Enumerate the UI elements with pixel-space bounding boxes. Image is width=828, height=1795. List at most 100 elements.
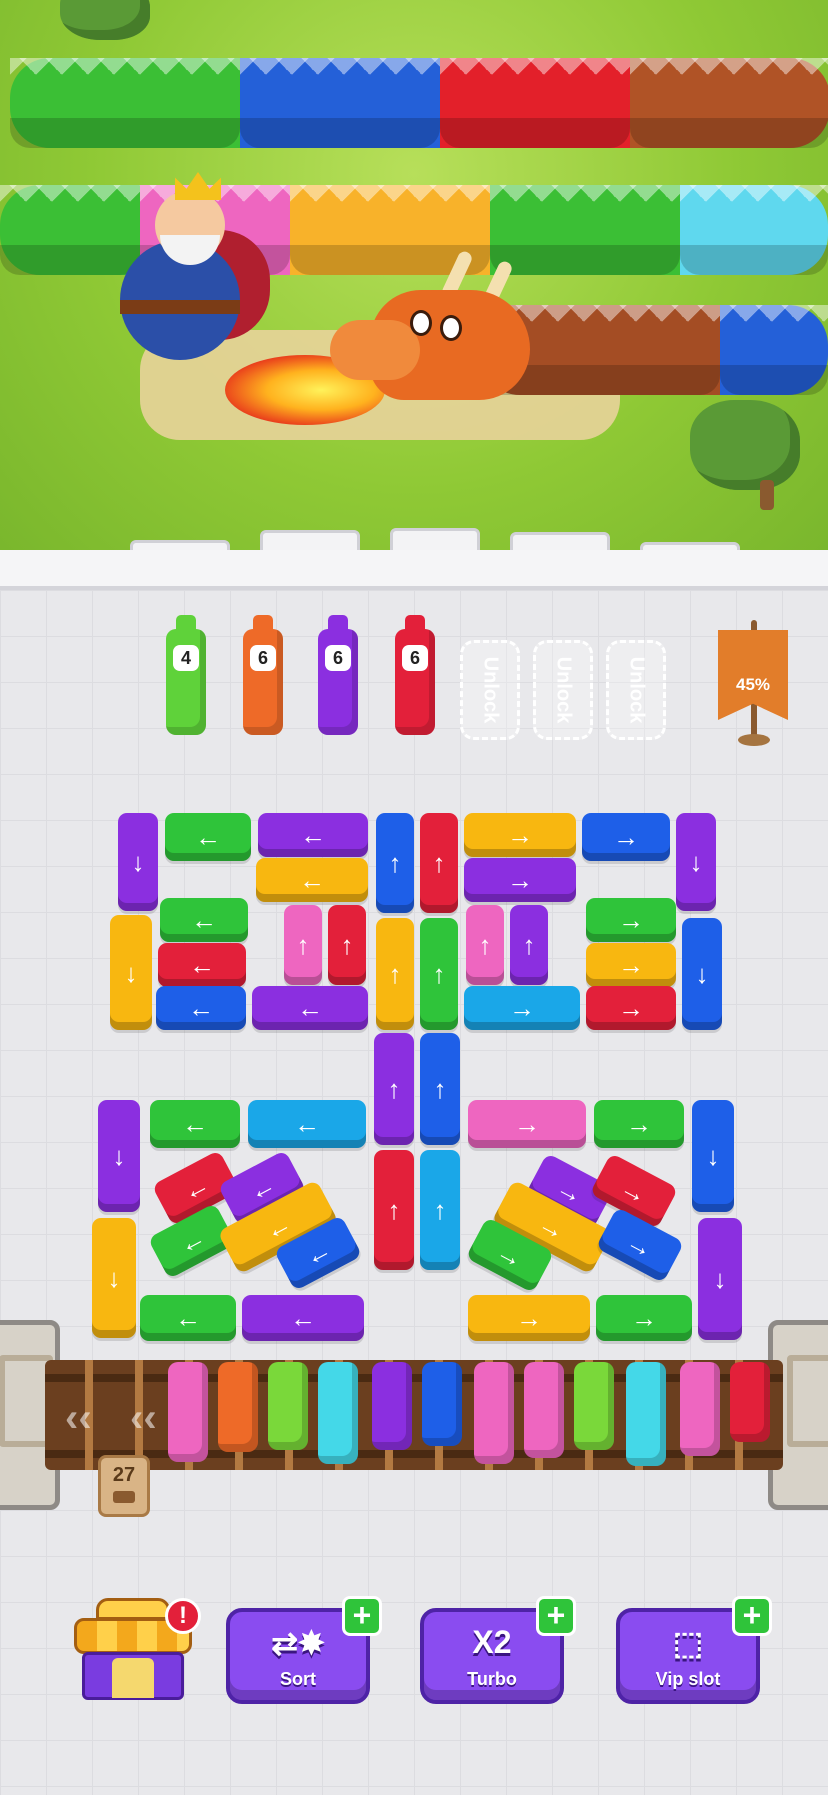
sort-button[interactable]: ⇄✸ Sort +: [226, 1596, 382, 1704]
arrow-icon: →: [613, 822, 639, 852]
arrow-icon: ←: [182, 1109, 208, 1139]
block-red-up[interactable]: ↑: [328, 905, 366, 985]
block-purple-left[interactable]: ←: [252, 986, 368, 1030]
block-red-up[interactable]: ↑: [374, 1150, 414, 1270]
turbo-label: Turbo: [467, 1669, 517, 1689]
arrow-icon: ←: [290, 1303, 316, 1333]
arrow-icon: ←: [297, 993, 323, 1023]
dragon-character: [330, 249, 540, 420]
block-cyan-up[interactable]: ↑: [420, 1150, 460, 1270]
locked-slot[interactable]: Unlock: [606, 640, 666, 740]
block-yellow-right[interactable]: →: [586, 943, 676, 987]
conveyor-counter: 27: [98, 1455, 150, 1517]
arrow-icon: →: [491, 1235, 529, 1275]
locked-slot[interactable]: Unlock: [533, 640, 593, 740]
block-blue-up[interactable]: ↑: [420, 1033, 460, 1145]
vip-slot-label: Vip slot: [655, 1669, 721, 1689]
block-yellow-right[interactable]: →: [468, 1295, 590, 1341]
block-purple-right[interactable]: →: [464, 858, 576, 902]
block-pink-right[interactable]: →: [468, 1100, 586, 1148]
arrow-icon: ↓: [107, 1263, 121, 1293]
arrow-icon: ←: [177, 1168, 215, 1208]
arrow-icon: →: [631, 1303, 657, 1333]
block-pink-up[interactable]: ↑: [466, 905, 504, 985]
castle-wall: [0, 520, 828, 602]
block-green-right[interactable]: →: [596, 1295, 692, 1341]
block-purple-down[interactable]: ↓: [118, 813, 158, 911]
vip-slot-button[interactable]: ⬚ Vip slot +: [616, 1596, 772, 1704]
tree-icon: [690, 400, 800, 490]
king-character: [100, 172, 270, 380]
arrow-icon: ←: [195, 822, 221, 852]
block-blue-up[interactable]: ↑: [376, 813, 414, 913]
block-blue-right[interactable]: →: [582, 813, 670, 861]
arrow-icon: ←: [259, 1207, 297, 1247]
game-scene: [0, 0, 828, 580]
block-green-right[interactable]: →: [594, 1100, 684, 1148]
block-purple-down[interactable]: ↓: [98, 1100, 140, 1212]
block-red-up[interactable]: ↑: [420, 813, 458, 913]
snake-row-1: [10, 58, 828, 148]
block-pink-up[interactable]: ↑: [284, 905, 322, 985]
unlock-label: Unlock: [552, 656, 575, 724]
conveyor-block-purple: [372, 1362, 412, 1450]
block-purple-down[interactable]: ↓: [698, 1218, 742, 1340]
arrow-icon: →: [514, 1109, 540, 1139]
chevron-left-icon: ‹‹: [65, 1396, 92, 1440]
block-red-left[interactable]: ←: [158, 943, 246, 987]
block-cyan-right[interactable]: →: [464, 986, 580, 1030]
block-purple-left[interactable]: ←: [242, 1295, 364, 1341]
block-purple-up[interactable]: ↑: [374, 1033, 414, 1145]
progress-percent: 45%: [735, 675, 771, 694]
arrow-icon: →: [509, 993, 535, 1023]
arrow-icon: ↓: [713, 1264, 727, 1294]
arrow-icon: ↑: [388, 848, 402, 878]
block-purple-left[interactable]: ←: [258, 813, 368, 857]
conveyor-block-teal: [626, 1362, 666, 1466]
arrow-icon: ←: [191, 905, 217, 935]
shop-alert-badge: !: [165, 1598, 201, 1634]
turbo-button[interactable]: X2 Turbo +: [420, 1596, 576, 1704]
arrow-icon: ↑: [387, 1074, 401, 1104]
block-green-left[interactable]: ←: [165, 813, 251, 861]
add-turbo-button[interactable]: +: [536, 1596, 576, 1636]
block-yellow-right[interactable]: →: [464, 813, 576, 857]
block-yellow-down[interactable]: ↓: [110, 915, 152, 1030]
block-green-right[interactable]: →: [586, 898, 676, 942]
arrow-icon: ↑: [388, 959, 402, 989]
conveyor-count: 27: [112, 1464, 136, 1486]
progress-banner: 45%: [718, 620, 788, 746]
add-vip-slot-button[interactable]: +: [732, 1596, 772, 1636]
arrow-icon: ↑: [433, 1195, 447, 1225]
unlock-label: Unlock: [625, 656, 648, 724]
block-blue-down[interactable]: ↓: [682, 918, 722, 1030]
arrow-icon: ←: [300, 820, 326, 850]
block-green-left[interactable]: ←: [150, 1100, 240, 1148]
arrow-icon: ↓: [124, 957, 138, 988]
block-blue-down[interactable]: ↓: [692, 1100, 734, 1212]
conveyor-block-pink: [524, 1362, 564, 1458]
chevron-left-icon: ‹‹: [130, 1396, 157, 1440]
block-green-left[interactable]: ←: [140, 1295, 236, 1341]
collector-bottle-orange: 6: [243, 615, 283, 735]
arrow-icon: →: [533, 1207, 571, 1247]
block-purple-up[interactable]: ↑: [510, 905, 548, 985]
arrow-icon: ←: [299, 1233, 337, 1273]
add-sort-button[interactable]: +: [342, 1596, 382, 1636]
conveyor-block-orange: [218, 1362, 258, 1452]
block-green-up[interactable]: ↑: [420, 918, 458, 1030]
conveyor-belt: ‹‹ ‹‹: [45, 1360, 783, 1470]
block-purple-down[interactable]: ↓: [676, 813, 716, 911]
block-cyan-left[interactable]: ←: [248, 1100, 366, 1148]
collector-bottle-purple: 6: [318, 615, 358, 735]
crown-icon: [175, 172, 221, 200]
block-blue-left[interactable]: ←: [156, 986, 246, 1030]
arrow-icon: ↓: [112, 1141, 126, 1171]
block-yellow-left[interactable]: ←: [256, 858, 368, 902]
locked-slot[interactable]: Unlock: [460, 640, 520, 740]
block-red-right[interactable]: →: [586, 986, 676, 1030]
block-yellow-down[interactable]: ↓: [92, 1218, 136, 1338]
conveyor-block-red: [730, 1362, 770, 1442]
block-yellow-up[interactable]: ↑: [376, 918, 414, 1030]
block-green-left[interactable]: ←: [160, 898, 248, 942]
